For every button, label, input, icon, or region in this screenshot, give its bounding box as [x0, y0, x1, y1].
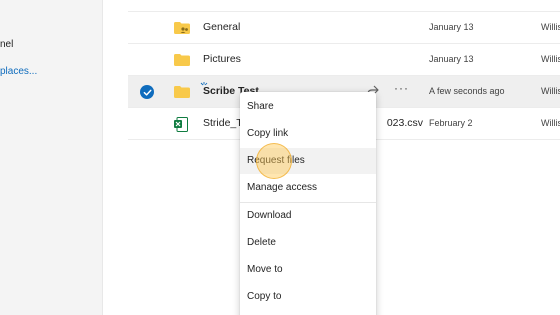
modified-date: January 13 — [429, 22, 474, 32]
file-name-suffix: 023.csv — [386, 117, 423, 129]
modified-by: Willis — [541, 22, 560, 32]
menu-item-delete[interactable]: Delete — [240, 230, 376, 256]
menu-item-manage-access[interactable]: Manage access — [240, 175, 376, 201]
file-name[interactable]: Pictures — [203, 53, 241, 65]
file-name[interactable]: Stride_T — [203, 117, 243, 129]
file-row-pictures[interactable]: Pictures January 13 Willis — [128, 44, 560, 76]
navigation-sidebar: nel places... — [0, 0, 103, 315]
folder-icon — [174, 54, 190, 66]
more-options-button[interactable]: ··· — [394, 81, 409, 95]
modified-date: A few seconds ago — [429, 86, 505, 96]
menu-item-download[interactable]: Download — [240, 203, 376, 229]
table-row-partial — [128, 0, 560, 12]
row-checkbox-checked[interactable] — [140, 85, 154, 99]
menu-item-copy-link[interactable]: Copy link — [240, 121, 376, 147]
folder-shared-icon — [174, 22, 190, 34]
file-row-general[interactable]: General January 13 Willis — [128, 12, 560, 44]
excel-file-icon — [174, 117, 188, 132]
sidebar-link-more-places[interactable]: places... — [0, 66, 37, 77]
context-menu: Share Copy link Request files Manage acc… — [240, 92, 376, 315]
modified-date: February 2 — [429, 118, 473, 128]
folder-icon — [174, 86, 190, 98]
modified-date: January 13 — [429, 54, 474, 64]
sidebar-item-channel[interactable]: nel — [0, 39, 13, 50]
modified-by: Willis — [541, 118, 560, 128]
file-name[interactable]: General — [203, 21, 240, 33]
modified-by: Willis — [541, 54, 560, 64]
menu-item-share[interactable]: Share — [240, 94, 376, 120]
menu-item-move-to[interactable]: Move to — [240, 257, 376, 283]
checkmark-icon — [143, 89, 151, 96]
modified-by: Willis — [541, 86, 560, 96]
click-indicator — [256, 143, 292, 179]
menu-item-copy-to[interactable]: Copy to — [240, 284, 376, 310]
